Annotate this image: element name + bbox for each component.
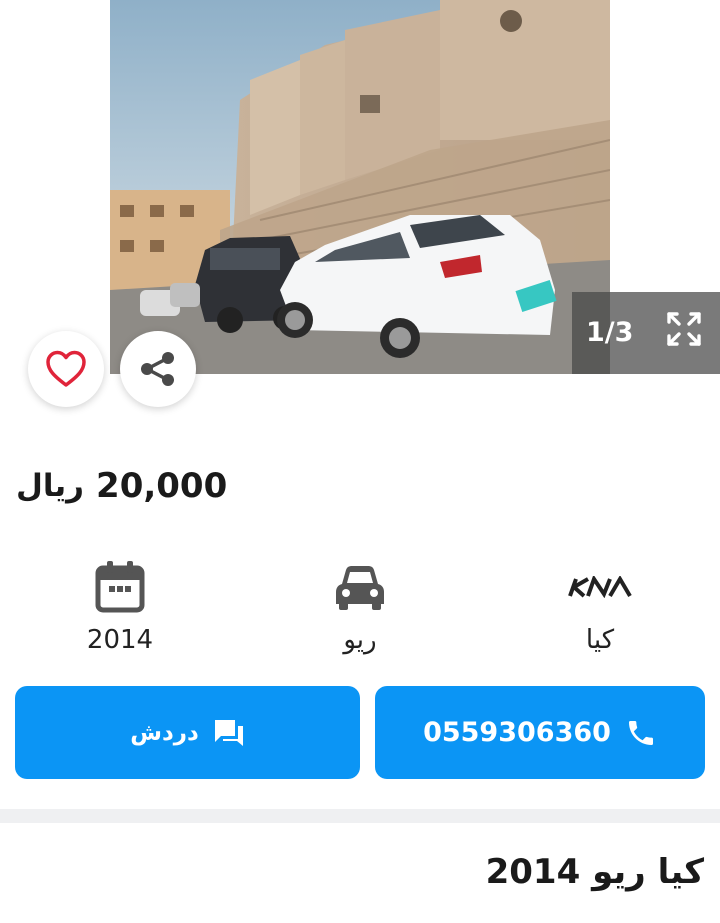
- fullscreen-icon[interactable]: [664, 309, 704, 349]
- spec-year: 2014: [20, 555, 220, 655]
- kia-logo: [568, 576, 632, 598]
- price: ريال 20,000: [16, 456, 227, 516]
- price-amount: 20,000: [96, 466, 228, 506]
- favorite-button[interactable]: [28, 331, 104, 407]
- chat-button[interactable]: دردش: [15, 686, 360, 779]
- car-icon: [336, 566, 384, 610]
- phone-number-label: 0559306360: [423, 717, 611, 748]
- price-currency: ريال: [16, 468, 85, 504]
- section-divider: [0, 809, 720, 823]
- chevron-left-icon[interactable]: [44, 150, 78, 184]
- share-icon: [141, 352, 174, 386]
- car-photo-illustration: [110, 0, 610, 374]
- spec-brand-value: كيا: [585, 625, 615, 655]
- spec-year-value: 2014: [86, 625, 154, 655]
- image-gallery[interactable]: 1/3: [0, 0, 720, 374]
- gallery-counter-bar: 1/3: [572, 292, 720, 374]
- call-button[interactable]: 0559306360: [375, 686, 705, 779]
- phone-icon: [628, 720, 653, 745]
- spec-model-value: ريو: [343, 625, 377, 655]
- spec-model: ريو: [260, 555, 460, 655]
- chat-icon: [214, 719, 243, 746]
- share-button[interactable]: [120, 331, 196, 407]
- listing-photo[interactable]: [110, 0, 610, 374]
- calendar-icon: [95, 561, 145, 613]
- photo-counter: 1/3: [586, 317, 634, 348]
- listing-title: كيا ريو 2014: [485, 852, 704, 892]
- spec-brand: كيا: [500, 555, 700, 655]
- chat-button-label: دردش: [130, 719, 199, 746]
- heart-icon: [46, 350, 86, 387]
- chevron-right-icon[interactable]: [641, 150, 675, 184]
